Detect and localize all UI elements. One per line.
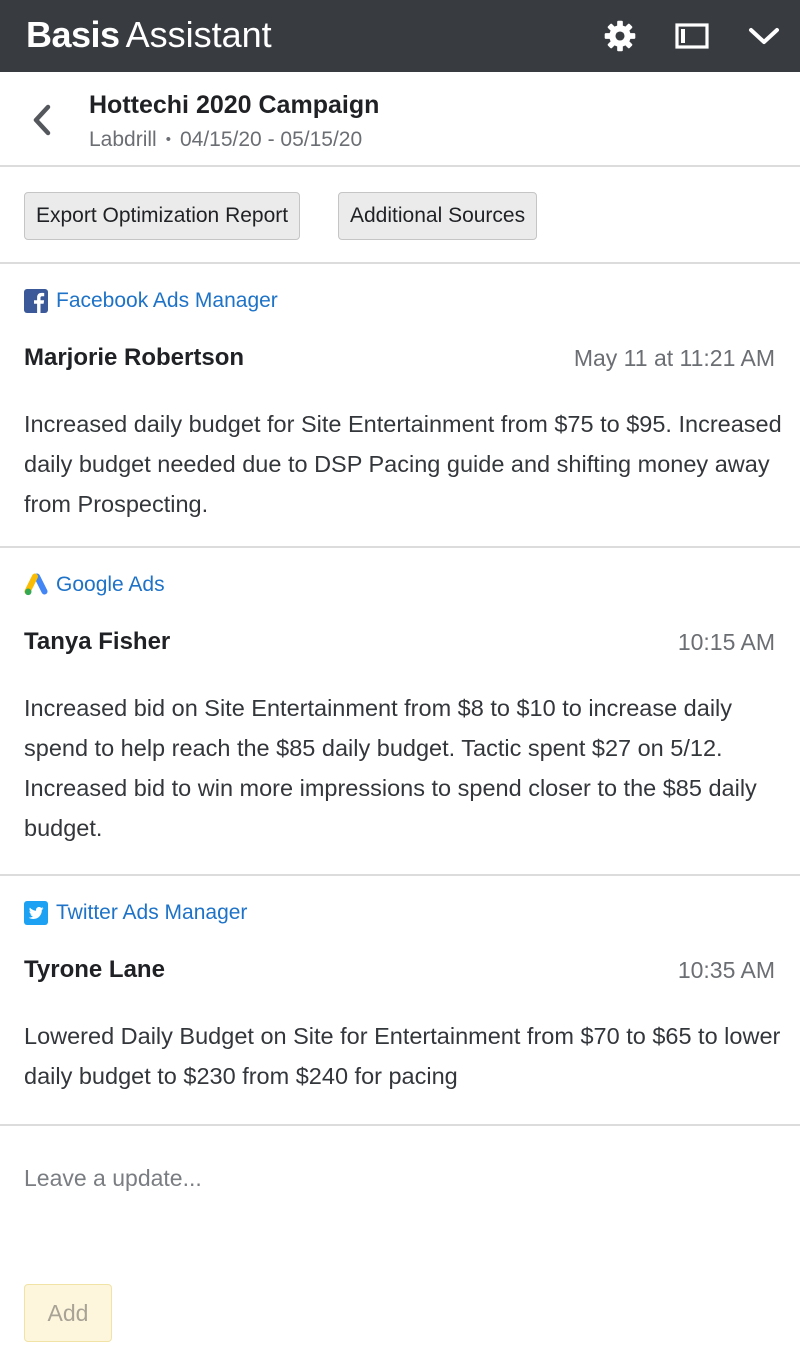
google-ads-icon — [24, 573, 48, 597]
top-bar: Basis Assistant — [0, 0, 800, 72]
campaign-title: Hottechi 2020 Campaign — [89, 91, 380, 119]
compose-area: Add — [0, 1126, 800, 1368]
entry-author: Tanya Fisher — [24, 628, 171, 655]
entry-source-label: Google Ads — [56, 573, 165, 596]
brand-product: Assistant — [125, 14, 272, 55]
meta-separator: • — [165, 131, 171, 148]
entry-source-link[interactable]: Twitter Ads Manager — [24, 900, 247, 926]
update-entry: Facebook Ads Manager Marjorie Robertson … — [0, 264, 800, 548]
chevron-left-icon — [33, 104, 51, 136]
update-entry: Google Ads Tanya Fisher 10:15 AM Increas… — [0, 548, 800, 876]
entry-source-label: Twitter Ads Manager — [56, 901, 248, 924]
back-button[interactable] — [22, 100, 62, 140]
export-report-button[interactable]: Export Optimization Report — [24, 192, 301, 240]
panel-toggle-icon[interactable] — [672, 16, 712, 56]
gear-icon[interactable] — [600, 16, 640, 56]
entry-text: Increased bid on Site Entertainment from… — [24, 695, 757, 841]
entry-source-link[interactable]: Facebook Ads Manager — [24, 288, 278, 314]
campaign-client: Labdrill — [89, 128, 157, 151]
entry-timestamp: 10:15 AM — [677, 629, 775, 655]
update-input[interactable] — [12, 1150, 788, 1270]
entry-author: Tyrone Lane — [24, 956, 165, 983]
entry-source-link[interactable]: Google Ads — [24, 572, 165, 598]
chevron-down-icon[interactable] — [744, 16, 784, 56]
facebook-icon — [24, 289, 48, 313]
brand-name: Basis — [26, 14, 120, 55]
campaign-meta: Labdrill • 04/15/20 - 05/15/20 — [89, 126, 362, 154]
entry-author: Marjorie Robertson — [24, 344, 245, 371]
campaign-date-range: 04/15/20 - 05/15/20 — [179, 128, 363, 151]
entry-text: Lowered Daily Budget on Site for Enterta… — [24, 1023, 781, 1089]
entry-timestamp: May 11 at 11:21 AM — [573, 345, 775, 371]
app-logo: Basis Assistant — [26, 13, 272, 57]
campaign-header: Hottechi 2020 Campaign Labdrill • 04/15/20… — [0, 72, 800, 167]
action-bar: Export Optimization Report Additional So… — [0, 167, 800, 264]
add-update-button[interactable]: Add — [24, 1284, 112, 1342]
additional-sources-button[interactable]: Additional Sources — [338, 192, 538, 240]
entry-text: Increased daily budget for Site Entertai… — [24, 411, 782, 517]
entry-source-label: Facebook Ads Manager — [56, 289, 278, 312]
twitter-icon — [24, 901, 48, 925]
update-entry: Twitter Ads Manager Tyrone Lane 10:35 AM… — [0, 876, 800, 1126]
entry-timestamp: 10:35 AM — [677, 957, 775, 983]
